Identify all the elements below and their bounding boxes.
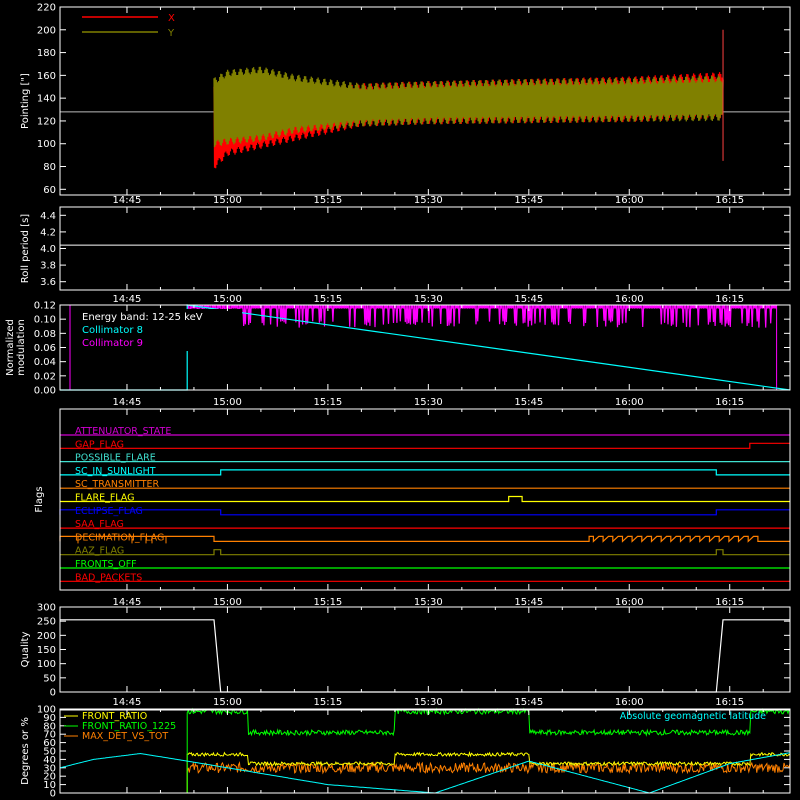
x-tick-label: 14:45: [113, 195, 142, 206]
x-tick-label: 15:00: [213, 397, 242, 408]
y-tick-label: 80: [43, 162, 56, 173]
y-tick-label: 3.6: [40, 277, 56, 288]
x-tick-label: 15:00: [213, 697, 242, 708]
geomagnetic-latitude-label: Absolute geomagnetic latitude: [620, 711, 766, 722]
y-tick-label: 50: [43, 673, 56, 684]
y-tick-label: 4.2: [40, 227, 56, 238]
y-tick-label: 250: [37, 617, 56, 628]
x-tick-label: 15:15: [313, 597, 342, 608]
y-axis-label: Pointing ["]: [20, 73, 31, 129]
x-tick-label: 15:30: [414, 597, 443, 608]
y-tick-label: 150: [37, 645, 56, 656]
y-tick-label: 140: [37, 94, 56, 105]
y-tick-label: 0.06: [34, 343, 56, 354]
y-tick-label: 0.00: [34, 386, 56, 397]
y-tick-label: 3.8: [40, 261, 56, 272]
y-tick-label: 0.12: [34, 301, 56, 312]
x-tick-label: 14:45: [113, 697, 142, 708]
x-tick-label: 15:45: [514, 597, 543, 608]
x-tick-label: 15:15: [313, 195, 342, 206]
y-tick-label: 4.0: [40, 244, 56, 255]
x-tick-label: 16:15: [715, 697, 744, 708]
y-axis-label: Quality: [20, 632, 31, 668]
x-tick-label: 16:00: [615, 294, 644, 305]
y-tick-label: 0.04: [34, 357, 56, 368]
y-tick-label: 100: [37, 659, 56, 670]
y-axis-label: Flags: [34, 486, 45, 512]
x-tick-label: 15:45: [514, 294, 543, 305]
y-tick-label: 0.10: [34, 315, 56, 326]
x-tick-label: 15:45: [514, 397, 543, 408]
x-tick-label: 14:45: [113, 294, 142, 305]
legend-label: Y: [167, 28, 175, 39]
y-tick-label: 0: [50, 688, 56, 699]
energy-band-label: Energy band: 12-25 keV: [82, 312, 203, 323]
x-tick-label: 15:45: [514, 697, 543, 708]
y-tick-label: 100: [37, 705, 56, 716]
x-tick-label: 16:15: [715, 294, 744, 305]
x-tick-label: 15:45: [514, 195, 543, 206]
y-axis-label: Normalized: [5, 319, 16, 376]
x-tick-label: 16:15: [715, 597, 744, 608]
x-tick-label: 15:00: [213, 597, 242, 608]
y-axis-label: Roll period [s]: [20, 214, 31, 283]
legend-label: Collimator 9: [82, 338, 143, 349]
x-tick-label: 14:45: [113, 597, 142, 608]
rhessi-quicklook-plot: 60 80 100 120 140 160 180 200 220 Pointing ["] XY 3…: [0, 0, 800, 800]
y-tick-label: 220: [37, 3, 56, 14]
x-tick-label: 16:00: [615, 697, 644, 708]
flag-label: ECLIPSE_FLAG: [75, 506, 143, 517]
x-tick-label: 15:30: [414, 397, 443, 408]
y-tick-label: 100: [37, 139, 56, 150]
y-tick-label: 0.08: [34, 329, 56, 340]
y-tick-label: 180: [37, 48, 56, 59]
legend-label: MAX_DET_VS_TOT: [82, 731, 168, 742]
x-tick-label: 16:15: [715, 397, 744, 408]
y-tick-label: 160: [37, 71, 56, 82]
x-tick-label: 16:00: [615, 195, 644, 206]
y-tick-label: 200: [37, 25, 56, 36]
y-tick-label: 4.4: [40, 211, 56, 222]
y-axis-label: modulation: [16, 319, 27, 376]
y-tick-label: 60: [43, 185, 56, 196]
x-tick-label: 14:45: [113, 397, 142, 408]
x-tick-label: 16:00: [615, 597, 644, 608]
legend-label: Collimator 8: [82, 325, 143, 336]
x-tick-label: 16:00: [615, 397, 644, 408]
x-tick-label: 15:00: [213, 195, 242, 206]
y-tick-label: 200: [37, 631, 56, 642]
x-tick-label: 15:30: [414, 697, 443, 708]
x-tick-label: 15:30: [414, 195, 443, 206]
y-tick-label: 120: [37, 116, 56, 127]
x-tick-label: 15:30: [414, 294, 443, 305]
legend-label: X: [168, 13, 175, 24]
y-tick-label: 300: [37, 603, 56, 614]
x-tick-label: 15:15: [313, 397, 342, 408]
y-axis-label: Degrees or %: [20, 717, 31, 785]
x-tick-label: 15:15: [313, 697, 342, 708]
flag-label: DECIMATION_FLAG: [75, 532, 164, 543]
x-tick-label: 15:15: [313, 294, 342, 305]
x-tick-label: 15:00: [213, 294, 242, 305]
y-tick-label: 0.02: [34, 371, 56, 382]
x-tick-label: 16:15: [715, 195, 744, 206]
